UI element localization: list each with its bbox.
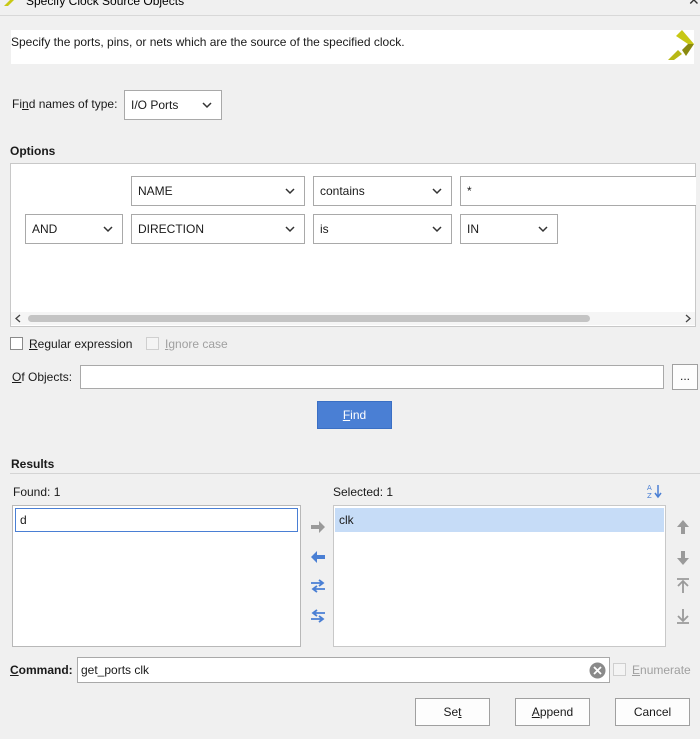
object-type-select[interactable]: I/O Ports: [124, 90, 222, 120]
append-button[interactable]: Append: [515, 698, 590, 726]
window-title: Specify Clock Source Objects: [26, 0, 185, 8]
ignore-case-checkbox[interactable]: [146, 337, 159, 350]
chevron-down-icon: [285, 188, 295, 195]
clear-icon[interactable]: [589, 662, 606, 679]
chevron-down-icon: [432, 188, 442, 195]
move-down-icon[interactable]: [676, 550, 690, 566]
header-panel: Specify the ports, pins, or nets which a…: [11, 30, 694, 64]
scroll-right-icon[interactable]: [684, 314, 692, 323]
header-description: Specify the ports, pins, or nets which a…: [11, 35, 405, 49]
ignore-case-label: Ignore case: [165, 337, 228, 351]
regex-checkbox[interactable]: [10, 337, 23, 350]
found-list[interactable]: d: [12, 505, 301, 647]
filter-value-2-select[interactable]: IN: [460, 214, 558, 244]
chevron-down-icon: [538, 226, 548, 233]
chevron-down-icon: [103, 226, 113, 233]
enumerate-checkbox[interactable]: [613, 663, 626, 676]
scrollbar-thumb[interactable]: [28, 315, 590, 322]
filter-property-2-value: DIRECTION: [138, 222, 204, 236]
move-top-icon[interactable]: [676, 578, 690, 594]
set-button[interactable]: Set: [415, 698, 490, 726]
filter-property-1-value: NAME: [138, 184, 173, 198]
object-type-value: I/O Ports: [131, 98, 179, 112]
close-icon[interactable]: ✕: [688, 0, 700, 9]
move-up-icon[interactable]: [676, 519, 690, 535]
results-separator: [10, 473, 700, 474]
filter-operator-2-select[interactable]: is: [313, 214, 452, 244]
filter-operator-2-value: is: [320, 222, 329, 236]
of-objects-label: Of Objects:: [12, 370, 73, 384]
filter-operator-1-select[interactable]: contains: [313, 176, 452, 206]
xilinx-logo-icon: [666, 30, 696, 62]
chevron-down-icon: [285, 226, 295, 233]
found-count-label: Found: 1: [13, 485, 61, 499]
regex-label: Regular expression: [29, 337, 133, 351]
filter-value-2-value: IN: [467, 222, 479, 236]
chevron-down-icon: [202, 102, 212, 109]
browse-objects-button[interactable]: ...: [672, 364, 698, 390]
sort-az-icon[interactable]: A Z: [646, 483, 662, 499]
filter-value-1-text: *: [467, 184, 472, 198]
list-item[interactable]: clk: [335, 508, 664, 532]
filter-operator-1-value: contains: [320, 184, 365, 198]
command-label: Command:: [10, 663, 73, 677]
find-button[interactable]: Find: [317, 401, 392, 429]
of-objects-input[interactable]: [80, 365, 664, 389]
svg-text:Z: Z: [647, 492, 652, 499]
enumerate-label: Enumerate: [632, 663, 691, 677]
filter-property-2-select[interactable]: DIRECTION: [131, 214, 305, 244]
filter-logic-value: AND: [32, 222, 58, 236]
arrow-right-icon[interactable]: [310, 520, 326, 534]
arrow-left-icon[interactable]: [310, 550, 326, 564]
filter-value-1-input[interactable]: *: [460, 176, 696, 206]
list-item[interactable]: d: [15, 508, 298, 532]
selected-count-label: Selected: 1: [333, 485, 394, 499]
command-input[interactable]: get_ports clk: [77, 657, 610, 683]
selected-list[interactable]: clk: [333, 505, 666, 647]
chevron-down-icon: [432, 226, 442, 233]
cancel-button[interactable]: Cancel: [615, 698, 690, 726]
move-all-left-icon[interactable]: [310, 608, 326, 624]
app-logo-icon: [4, 0, 22, 6]
find-names-label: Find names of type:: [12, 97, 118, 111]
title-bar: Specify Clock Source Objects ✕: [0, 0, 700, 16]
options-horizontal-scrollbar[interactable]: [11, 312, 695, 325]
move-all-right-icon[interactable]: [310, 578, 326, 594]
svg-text:A: A: [647, 484, 652, 492]
filter-logic-select[interactable]: AND: [25, 214, 123, 244]
options-label: Options: [10, 144, 56, 158]
command-value: get_ports clk: [81, 663, 150, 677]
results-label: Results: [11, 457, 55, 471]
filter-property-1-select[interactable]: NAME: [131, 176, 305, 206]
move-bottom-icon[interactable]: [676, 608, 690, 624]
scroll-left-icon[interactable]: [14, 314, 22, 323]
